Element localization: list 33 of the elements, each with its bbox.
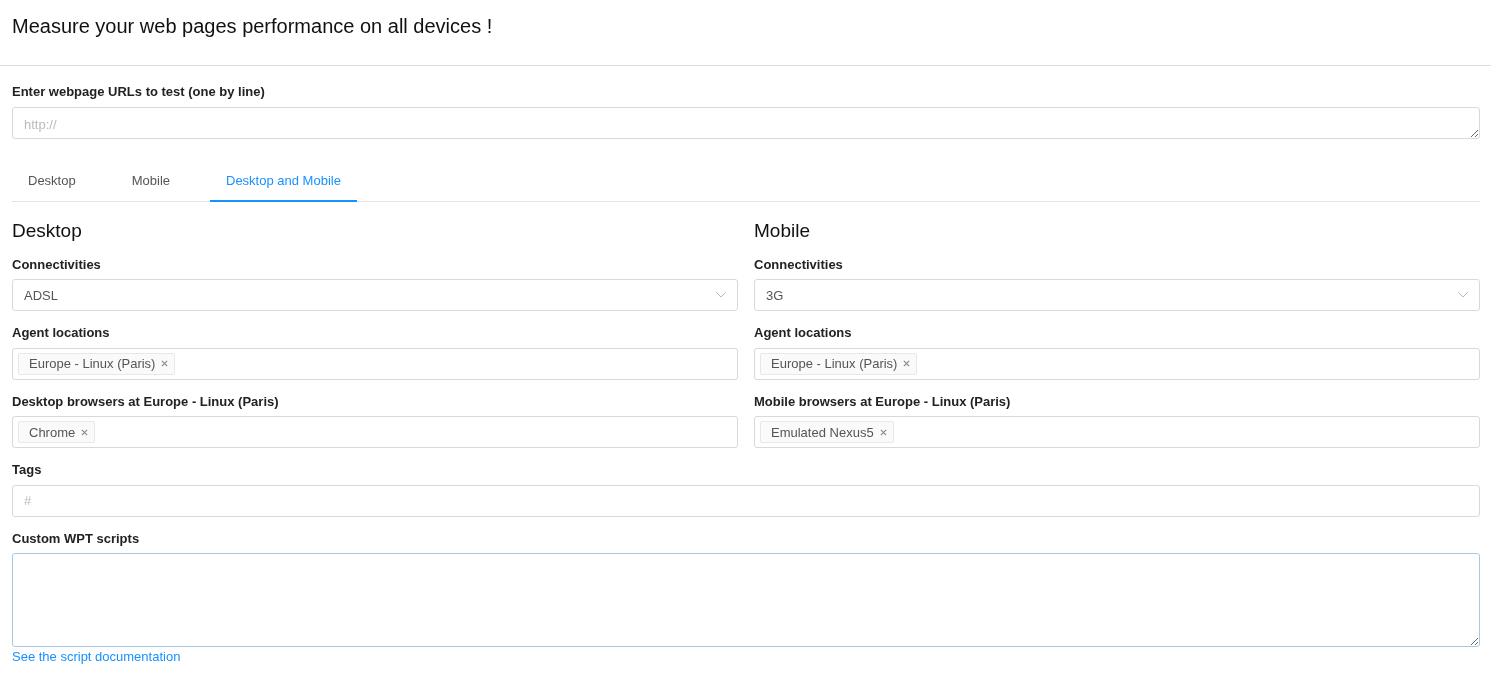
connectivity-select[interactable]: ADSL xyxy=(12,279,738,312)
url-input-field[interactable]: http:// xyxy=(12,106,1480,139)
chevron-down-icon xyxy=(1458,292,1468,299)
tags-input-field[interactable]: # xyxy=(12,484,1480,517)
field-label: Desktop browsers at Europe - Linux (Paris) xyxy=(12,392,280,411)
field-label: Tags xyxy=(12,461,43,480)
tag-chip[interactable]: Emulated Nexus5 xyxy=(760,421,894,444)
chevron-down-icon xyxy=(716,292,726,299)
field-label: Agent locations xyxy=(12,324,111,343)
tag-chip[interactable]: Europe - Linux (Paris) xyxy=(18,352,176,375)
section-heading: Desktop xyxy=(12,220,83,243)
tag-chip[interactable]: Europe - Linux (Paris) xyxy=(760,352,918,375)
tag-chip[interactable]: Chrome xyxy=(18,421,96,444)
field-label: Agent locations xyxy=(754,324,853,343)
field-label: Enter webpage URLs to test (one by line) xyxy=(12,83,266,101)
field-label: Connectivities xyxy=(12,255,102,274)
close-icon[interactable] xyxy=(903,360,911,368)
tag-input-field[interactable]: Europe - Linux (Paris) xyxy=(754,347,1480,380)
tag-input-field[interactable]: Emulated Nexus5 xyxy=(754,416,1480,449)
section-heading: Mobile xyxy=(754,220,811,243)
tab[interactable]: Mobile xyxy=(115,162,186,202)
page-title: Measure your web pages performance on all devices ! xyxy=(11,14,494,39)
close-icon[interactable] xyxy=(161,360,169,368)
connectivity-select[interactable]: 3G xyxy=(754,279,1480,312)
script-text-area[interactable] xyxy=(12,553,1480,648)
field-label: Mobile browsers at Europe - Linux (Paris) xyxy=(754,392,1012,411)
field-label: Connectivities xyxy=(754,255,844,274)
close-icon[interactable] xyxy=(879,428,887,436)
tag-input-field[interactable]: Chrome xyxy=(12,416,738,449)
close-icon[interactable] xyxy=(81,428,89,436)
tag-input-field[interactable]: Europe - Linux (Paris) xyxy=(12,347,738,380)
field-label: Custom WPT scripts xyxy=(12,529,141,548)
tab[interactable]: Desktop xyxy=(12,162,92,202)
